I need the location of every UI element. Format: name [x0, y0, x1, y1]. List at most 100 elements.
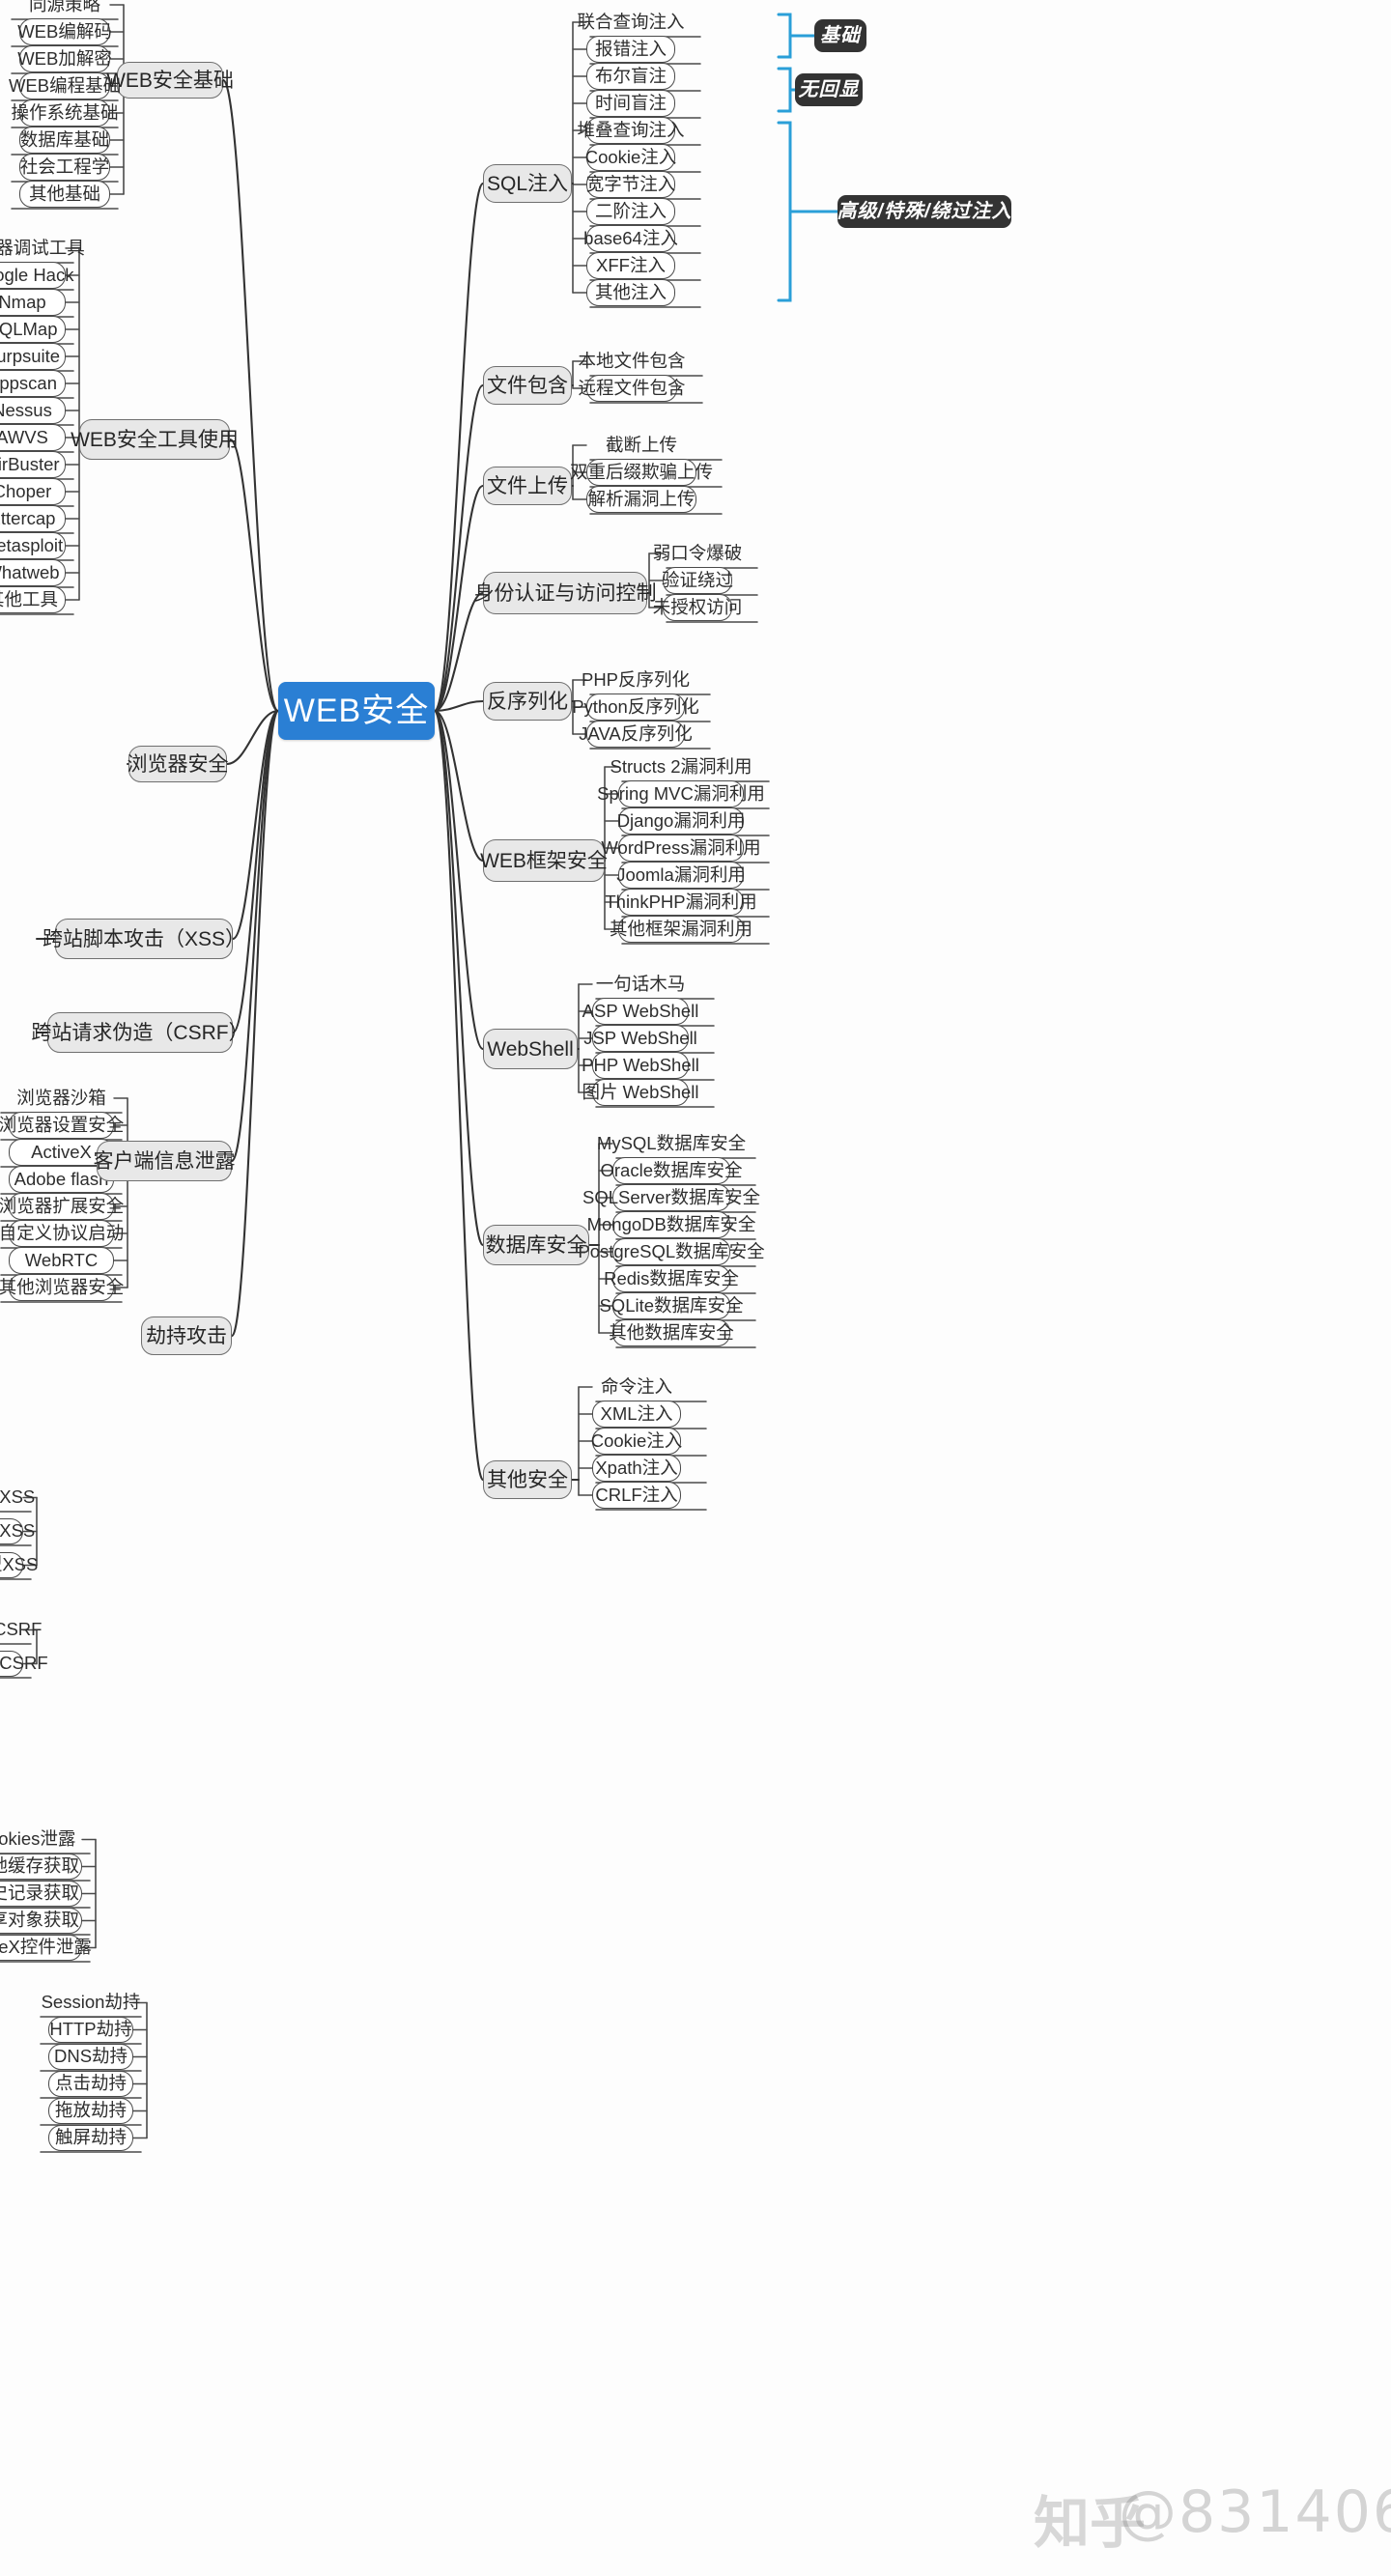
branch-webshell[interactable]: WebShell [483, 1029, 578, 1069]
leaf-deserialization-2[interactable]: JAVA反序列化 [579, 721, 693, 748]
leaf-web-security-basics-4[interactable]: 操作系统基础 [12, 99, 119, 127]
leaf-web-security-tools-3[interactable]: SQLMap [0, 316, 66, 343]
leaf-browser-security-4[interactable]: 浏览器扩展安全 [0, 1193, 124, 1220]
leaf-web-security-tools-12[interactable]: Whatweb [0, 559, 66, 586]
leaf-client-info-leak-2[interactable]: 历史记录获取 [0, 1881, 82, 1907]
leaf-browser-security-0[interactable]: 浏览器沙箱 [9, 1085, 114, 1112]
leaf-browser-security-1[interactable]: 浏览器设置安全 [0, 1112, 124, 1139]
leaf-file-upload-0[interactable]: 截断上传 [586, 432, 696, 459]
leaf-file-upload-1[interactable]: 双重后缀欺骗上传 [570, 459, 713, 486]
leaf-webshell-2[interactable]: JSP WebShell [583, 1025, 697, 1052]
branch-database-security[interactable]: 数据库安全 [483, 1225, 589, 1265]
leaf-webshell-3[interactable]: PHP WebShell [582, 1052, 699, 1079]
leaf-database-security-3[interactable]: MongoDB数据库安全 [587, 1211, 755, 1238]
leaf-web-framework-security-4[interactable]: Joomla漏洞利用 [616, 862, 746, 889]
leaf-web-security-tools-9[interactable]: Choper [0, 478, 66, 505]
branch-web-framework-security[interactable]: WEB框架安全 [480, 839, 608, 882]
leaf-hijack-attack-1[interactable]: HTTP劫持 [48, 2017, 133, 2043]
leaf-browser-security-5[interactable]: 自定义协议启动 [0, 1220, 124, 1247]
branch-sql-injection[interactable]: SQL注入 [483, 164, 572, 203]
leaf-hijack-attack-2[interactable]: DNS劫持 [48, 2044, 133, 2070]
leaf-sql-injection-10[interactable]: 其他注入 [586, 279, 675, 306]
leaf-sql-injection-8[interactable]: base64注入 [583, 225, 678, 252]
leaf-web-security-tools-0[interactable]: 浏览器调试工具 [0, 235, 85, 262]
leaf-database-security-1[interactable]: Oracle数据库安全 [601, 1157, 743, 1184]
leaf-hijack-attack-4[interactable]: 拖放劫持 [48, 2098, 133, 2124]
leaf-client-info-leak-4[interactable]: ActiveX控件泄露 [0, 1935, 92, 1961]
branch-other-security[interactable]: 其他安全 [483, 1460, 572, 1499]
branch-hijack-attack[interactable]: 劫持攻击 [141, 1316, 232, 1355]
leaf-other-security-4[interactable]: CRLF注入 [592, 1482, 681, 1509]
leaf-web-security-basics-1[interactable]: WEB编解码 [17, 18, 112, 45]
leaf-browser-security-6[interactable]: WebRTC [9, 1247, 114, 1274]
leaf-client-info-leak-0[interactable]: Cookies泄露 [0, 1826, 82, 1853]
leaf-web-security-basics-5[interactable]: 数据库基础 [19, 127, 110, 154]
leaf-web-security-tools-11[interactable]: Metasploit [0, 532, 66, 559]
leaf-other-security-2[interactable]: Cookie注入 [591, 1428, 682, 1455]
leaf-database-security-6[interactable]: SQLite数据库安全 [599, 1292, 744, 1319]
branch-authn-access-control[interactable]: 身份认证与访问控制 [474, 572, 657, 614]
leaf-web-security-tools-5[interactable]: Appscan [0, 370, 66, 397]
leaf-web-security-basics-7[interactable]: 其他基础 [19, 181, 110, 208]
leaf-browser-security-7[interactable]: 其他浏览器安全 [0, 1274, 124, 1301]
leaf-web-framework-security-3[interactable]: WordPress漏洞利用 [601, 835, 761, 862]
leaf-sql-injection-7[interactable]: 二阶注入 [586, 198, 675, 225]
leaf-web-framework-security-2[interactable]: Django漏洞利用 [617, 807, 745, 835]
leaf-file-upload-2[interactable]: 解析漏洞上传 [586, 486, 696, 513]
leaf-csrf-0[interactable]: GET型CSRF [0, 1617, 42, 1643]
branch-file-inclusion[interactable]: 文件包含 [483, 366, 572, 405]
branch-client-info-leak[interactable]: 客户端信息泄露 [94, 1141, 236, 1181]
leaf-webshell-1[interactable]: ASP WebShell [582, 998, 698, 1025]
leaf-webshell-4[interactable]: 图片 WebShell [582, 1079, 699, 1106]
leaf-database-security-0[interactable]: MySQL数据库安全 [597, 1130, 746, 1157]
leaf-web-security-basics-2[interactable]: WEB加解密 [17, 45, 112, 72]
leaf-sql-injection-3[interactable]: 时间盲注 [586, 90, 675, 117]
leaf-authn-access-control-2[interactable]: 未授权访问 [653, 594, 742, 621]
leaf-web-security-tools-7[interactable]: AWVS [0, 424, 66, 451]
leaf-web-framework-security-1[interactable]: Spring MVC漏洞利用 [597, 780, 765, 807]
leaf-database-security-7[interactable]: 其他数据库安全 [609, 1319, 734, 1346]
leaf-web-security-tools-13[interactable]: 其他工具 [0, 586, 66, 613]
leaf-web-security-tools-8[interactable]: DirBuster [0, 451, 66, 478]
branch-file-upload[interactable]: 文件上传 [483, 467, 572, 505]
leaf-sql-injection-6[interactable]: 宽字节注入 [586, 171, 675, 198]
leaf-hijack-attack-0[interactable]: Session劫持 [42, 1990, 141, 2016]
leaf-authn-access-control-0[interactable]: 弱口令爆破 [653, 540, 743, 567]
leaf-xss-2[interactable]: DOM型XSS [0, 1552, 38, 1578]
branch-csrf[interactable]: 跨站请求伪造（CSRF） [31, 1012, 249, 1053]
leaf-csrf-1[interactable]: POST型CSRF [0, 1651, 48, 1677]
leaf-hijack-attack-3[interactable]: 点击劫持 [48, 2071, 133, 2097]
leaf-webshell-0[interactable]: 一句话木马 [592, 971, 689, 998]
branch-deserialization[interactable]: 反序列化 [483, 682, 572, 721]
leaf-web-security-tools-4[interactable]: Burpsuite [0, 343, 66, 370]
leaf-client-info-leak-1[interactable]: 本地缓存获取 [0, 1854, 82, 1880]
leaf-sql-injection-4[interactable]: 堆叠查询注入 [578, 117, 685, 144]
leaf-deserialization-1[interactable]: Python反序列化 [572, 694, 699, 721]
leaf-web-framework-security-5[interactable]: ThinkPHP漏洞利用 [605, 889, 757, 916]
leaf-sql-injection-9[interactable]: XFF注入 [586, 252, 675, 279]
leaf-xss-1[interactable]: 存储型XSS [0, 1518, 35, 1544]
leaf-client-info-leak-3[interactable]: 共享对象获取 [0, 1908, 82, 1934]
leaf-database-security-2[interactable]: SQLServer数据库安全 [582, 1184, 760, 1211]
leaf-sql-injection-2[interactable]: 布尔盲注 [586, 63, 675, 90]
branch-browser-security[interactable]: 浏览器安全 [128, 746, 229, 782]
leaf-deserialization-0[interactable]: PHP反序列化 [582, 666, 690, 694]
branch-web-security-tools[interactable]: WEB安全工具使用 [71, 419, 239, 460]
leaf-sql-injection-5[interactable]: Cookie注入 [585, 144, 676, 171]
leaf-file-inclusion-0[interactable]: 本地文件包含 [579, 348, 686, 375]
leaf-authn-access-control-1[interactable]: 验证绕过 [662, 567, 733, 594]
leaf-database-security-5[interactable]: Redis数据库安全 [604, 1265, 739, 1292]
leaf-other-security-1[interactable]: XML注入 [592, 1401, 681, 1428]
leaf-web-security-tools-1[interactable]: Google Hack [0, 262, 73, 289]
leaf-web-security-tools-10[interactable]: Ettercap [0, 505, 66, 532]
leaf-other-security-0[interactable]: 命令注入 [592, 1373, 681, 1401]
branch-web-security-basics[interactable]: WEB安全基础 [106, 62, 234, 99]
leaf-web-security-basics-6[interactable]: 社会工程学 [19, 154, 110, 181]
leaf-web-security-tools-2[interactable]: Nmap [0, 289, 66, 316]
leaf-file-inclusion-1[interactable]: 远程文件包含 [579, 375, 686, 402]
leaf-sql-injection-1[interactable]: 报错注入 [586, 36, 675, 63]
leaf-web-security-basics-3[interactable]: WEB编程基础 [9, 72, 121, 99]
leaf-hijack-attack-5[interactable]: 触屏劫持 [48, 2125, 133, 2151]
branch-xss[interactable]: 跨站脚本攻击（XSS） [43, 919, 245, 959]
leaf-web-security-tools-6[interactable]: Nessus [0, 397, 66, 424]
